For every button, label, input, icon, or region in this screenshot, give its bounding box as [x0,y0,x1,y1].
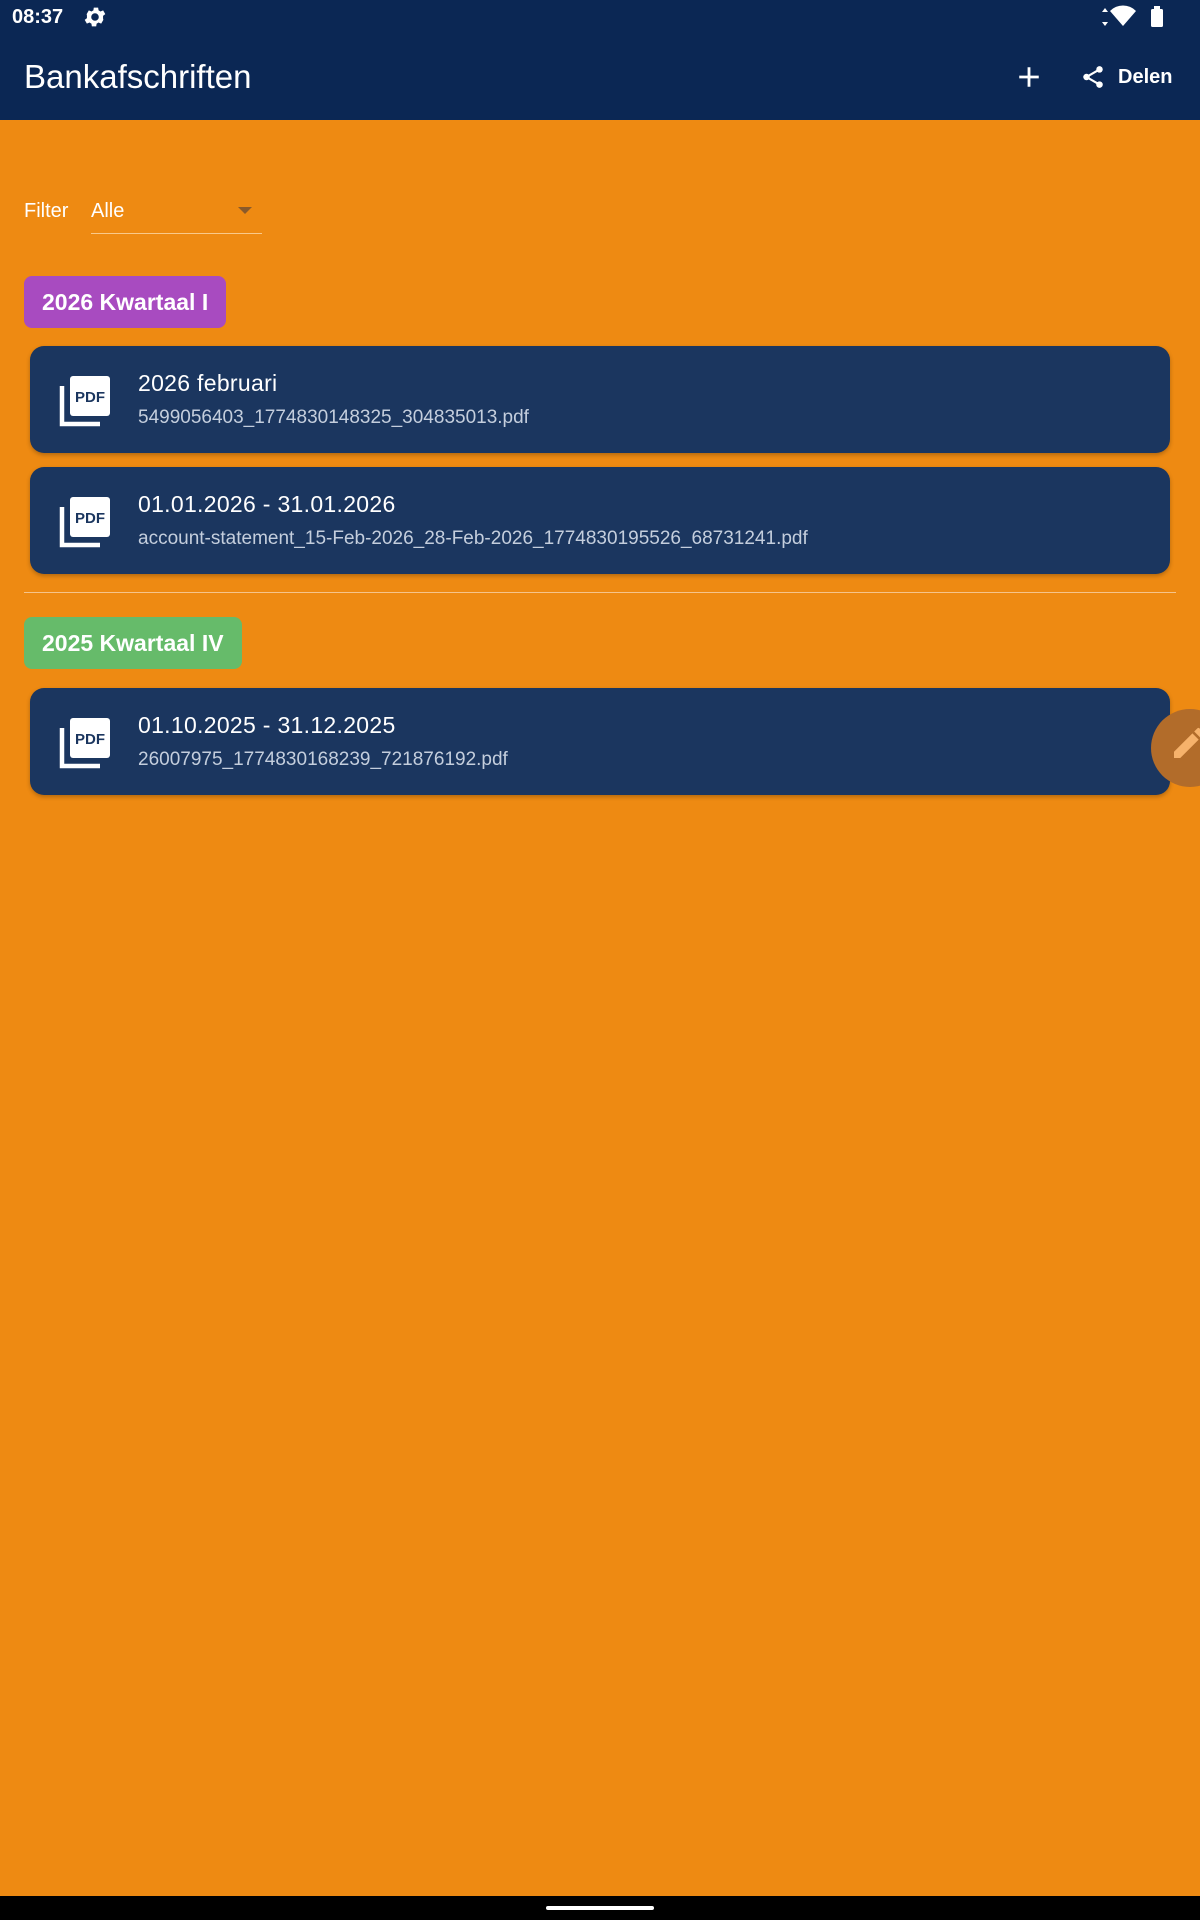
svg-text:PDF: PDF [75,389,105,406]
group-divider [24,592,1176,593]
app-bar: Bankafschriften Delen [0,34,1200,120]
svg-text:PDF: PDF [75,510,105,527]
status-bar: 08:37 [0,0,1200,34]
statement-filename: 5499056403_1774830148325_304835013.pdf [138,407,529,428]
pdf-icon: PDF [59,718,110,769]
quarter-header: 2026 Kwartaal I [24,276,227,328]
statement-title: 01.10.2025 - 31.12.2025 [138,712,396,738]
share-button[interactable]: Delen [1080,56,1172,98]
page-title: Bankafschriften [24,58,252,95]
data-arrows-icon [1102,8,1108,26]
statement-card[interactable]: PDF 01.01.2026 - 31.01.2026 account-stat… [30,467,1170,574]
share-label: Delen [1118,65,1173,88]
statement-title: 01.01.2026 - 31.01.2026 [138,491,396,517]
statement-card[interactable]: PDF 01.10.2025 - 31.12.2025 26007975_177… [30,688,1170,795]
battery-icon [1151,6,1163,27]
edit-icon [1174,727,1200,758]
navigation-bar [0,1896,1200,1920]
share-icon [1083,66,1103,88]
filter-dropdown[interactable]: Alle [91,192,262,234]
statement-title: 2026 februari [138,370,278,396]
pdf-icon: PDF [59,376,110,427]
pdf-icon: PDF [59,497,110,548]
statement-filename: 26007975_1774830168239_721876192.pdf [138,749,508,770]
filter-label: Filter [24,200,69,222]
wifi-icon [1110,5,1136,27]
statement-filename: account-statement_15-Feb-2026_28-Feb-202… [138,528,808,549]
caret-down-icon [238,207,252,214]
gear-icon [84,7,106,27]
plus-icon [1019,67,1039,87]
add-button[interactable] [1008,56,1050,98]
home-handle[interactable] [546,1906,654,1910]
quarter-header: 2025 Kwartaal IV [24,617,242,669]
svg-text:PDF: PDF [75,731,105,748]
status-icons [1102,5,1163,27]
filter-selected-value: Alle [91,200,125,222]
status-time: 08:37 [12,6,64,28]
statement-card[interactable]: PDF 2026 februari 5499056403_17748301483… [30,346,1170,453]
